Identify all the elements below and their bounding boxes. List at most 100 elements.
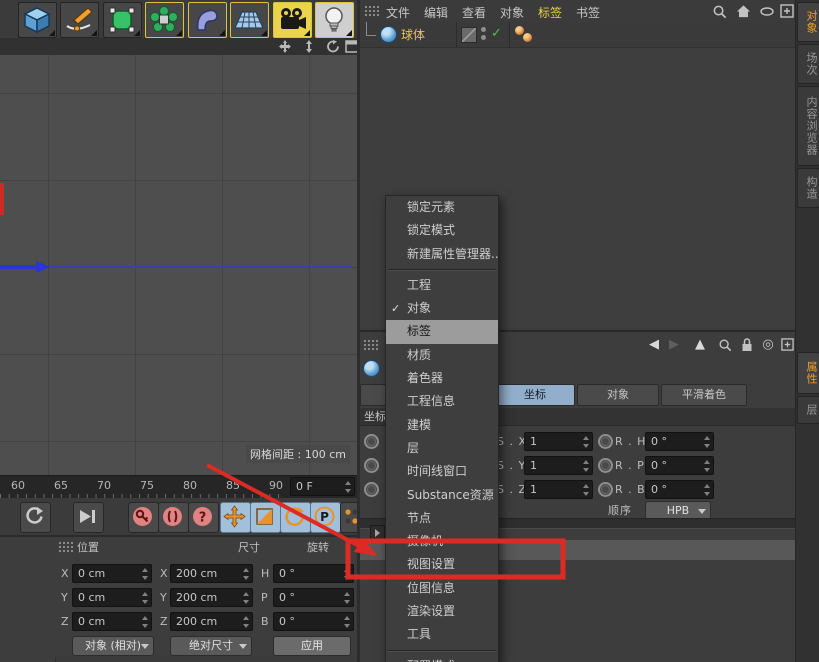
record-dot[interactable]	[598, 482, 613, 497]
om-menu-edit[interactable]: 编辑	[424, 4, 448, 21]
spinner[interactable]	[704, 484, 711, 496]
subdivision-surface-tool[interactable]	[103, 2, 142, 38]
pos-x-field[interactable]: 0 cm	[72, 564, 152, 583]
om-menu-object[interactable]: 对象	[500, 4, 524, 21]
up-icon[interactable]: ▲	[692, 337, 708, 352]
target-icon[interactable]: ◎	[760, 337, 776, 352]
tab-structure[interactable]: 构造	[797, 168, 819, 208]
pan-icon[interactable]	[278, 40, 292, 53]
rot-b-field[interactable]: 0 °	[273, 612, 354, 631]
spinner[interactable]	[243, 592, 250, 604]
tab-attributes[interactable]: 属性	[797, 352, 819, 394]
camera-tool[interactable]	[273, 2, 312, 38]
panel-grip-icon[interactable]	[363, 339, 378, 351]
rot-h-field[interactable]: 0 °	[273, 564, 354, 583]
menu-item-substance-assets[interactable]: Substance资源	[386, 484, 498, 507]
pos-y-field[interactable]: 0 cm	[72, 588, 152, 607]
record-dot[interactable]	[364, 434, 379, 449]
spinner[interactable]	[704, 436, 711, 448]
record-dot[interactable]	[364, 482, 379, 497]
light-tool[interactable]	[315, 2, 354, 38]
menu-item-tools[interactable]: 工具	[386, 623, 498, 646]
search-icon[interactable]	[712, 4, 727, 19]
mograph-cloner-tool[interactable]	[145, 2, 184, 38]
menu-item-project-info[interactable]: 工程信息	[386, 390, 498, 413]
loop-playback-button[interactable]	[20, 502, 51, 533]
search-icon[interactable]	[718, 338, 732, 352]
tab-layers[interactable]: 层	[797, 396, 819, 424]
spinner[interactable]	[142, 592, 149, 604]
size-x-field[interactable]: 200 cm	[170, 564, 253, 583]
rotate-icon[interactable]	[326, 40, 340, 53]
menu-item-new-attribute-manager[interactable]: 新建属性管理器...	[386, 243, 498, 266]
tab-takes[interactable]: 场次	[797, 44, 819, 84]
om-menu-bookmarks[interactable]: 书签	[576, 4, 600, 21]
menu-item-material[interactable]: 材质	[386, 344, 498, 367]
spinner[interactable]	[583, 460, 590, 472]
enabled-check[interactable]: ✓	[491, 26, 502, 41]
rp-field[interactable]: 0 °	[645, 456, 714, 475]
tab-basic-fragment[interactable]	[360, 384, 386, 406]
autokey-parentheses-button[interactable]	[158, 502, 189, 533]
bend-deformer-tool[interactable]	[188, 2, 227, 38]
rot-p-field[interactable]: 0 °	[273, 588, 354, 607]
record-dot[interactable]	[364, 458, 379, 473]
menu-item-configuration-mode[interactable]: 配置模式	[386, 655, 498, 662]
sx-field[interactable]: 1	[524, 432, 593, 451]
apply-button[interactable]: 应用	[273, 636, 351, 656]
menu-item-render-settings[interactable]: 渲染设置	[386, 600, 498, 623]
viewport-canvas[interactable]: 网格间距 : 100 cm	[0, 55, 358, 475]
tab-content-browser[interactable]: 内容浏览器	[797, 86, 819, 166]
tab-phong[interactable]: 平滑着色(Phong)	[661, 384, 747, 406]
spinner[interactable]	[344, 592, 351, 604]
sphere-object-icon[interactable]	[380, 26, 397, 43]
rh-field[interactable]: 0 °	[645, 432, 714, 451]
menu-item-object[interactable]: ✓对象	[386, 297, 498, 320]
record-dot[interactable]	[598, 458, 613, 473]
om-menu-tags[interactable]: 标签	[538, 4, 562, 21]
record-keyframe-button[interactable]	[128, 502, 159, 533]
visibility-dot-bottom[interactable]	[481, 35, 486, 40]
spinner[interactable]	[142, 568, 149, 580]
sz-field[interactable]: 1	[524, 480, 593, 499]
panel-grip-icon[interactable]	[58, 541, 73, 553]
goto-end-button[interactable]	[73, 502, 104, 533]
tag-icon[interactable]	[515, 26, 524, 35]
panel-grip-icon[interactable]	[364, 5, 379, 17]
sy-field[interactable]: 1	[524, 456, 593, 475]
spinner[interactable]	[583, 484, 590, 496]
rb-field[interactable]: 0 °	[645, 480, 714, 499]
menu-item-timeline-window[interactable]: 时间线窗口	[386, 460, 498, 483]
spinner[interactable]	[583, 436, 590, 448]
new-panel-icon[interactable]	[780, 4, 794, 18]
record-position-button[interactable]	[220, 502, 251, 533]
dolly-icon[interactable]	[302, 40, 316, 53]
tab-objects[interactable]: 对象	[797, 2, 819, 42]
om-menu-file[interactable]: 文件	[386, 4, 410, 21]
menu-item-project[interactable]: 工程	[386, 274, 498, 297]
forward-icon[interactable]: ▶	[666, 337, 682, 352]
menu-item-modeling[interactable]: 建模	[386, 414, 498, 437]
keyframe-help-button[interactable]: ?	[188, 502, 219, 533]
spinner[interactable]	[344, 616, 351, 628]
menu-item-lock-element[interactable]: 锁定元素	[386, 196, 498, 219]
size-y-field[interactable]: 200 cm	[170, 588, 253, 607]
layer-color-box[interactable]	[461, 27, 477, 43]
spinner[interactable]	[344, 568, 351, 580]
menu-item-tags[interactable]: 标签	[386, 320, 498, 343]
pen-spline-tool[interactable]	[60, 2, 99, 38]
home-icon[interactable]	[736, 4, 751, 19]
menu-item-viewport-settings[interactable]: 视图设置	[386, 553, 498, 576]
tab-object[interactable]: 对象	[577, 384, 659, 406]
object-name[interactable]: 球体	[401, 26, 425, 43]
new-panel-icon[interactable]	[781, 338, 794, 351]
record-rotation-button[interactable]	[280, 502, 311, 533]
cube-primitive-tool[interactable]	[18, 2, 57, 38]
expand-arrow-button[interactable]	[370, 525, 385, 540]
lock-icon[interactable]	[740, 337, 754, 352]
size-mode-dropdown[interactable]: 绝对尺寸	[170, 636, 252, 656]
tag-icon[interactable]	[523, 33, 532, 42]
record-dot[interactable]	[598, 434, 613, 449]
spinner[interactable]	[243, 616, 250, 628]
current-frame-field[interactable]: 0 F	[290, 477, 355, 496]
